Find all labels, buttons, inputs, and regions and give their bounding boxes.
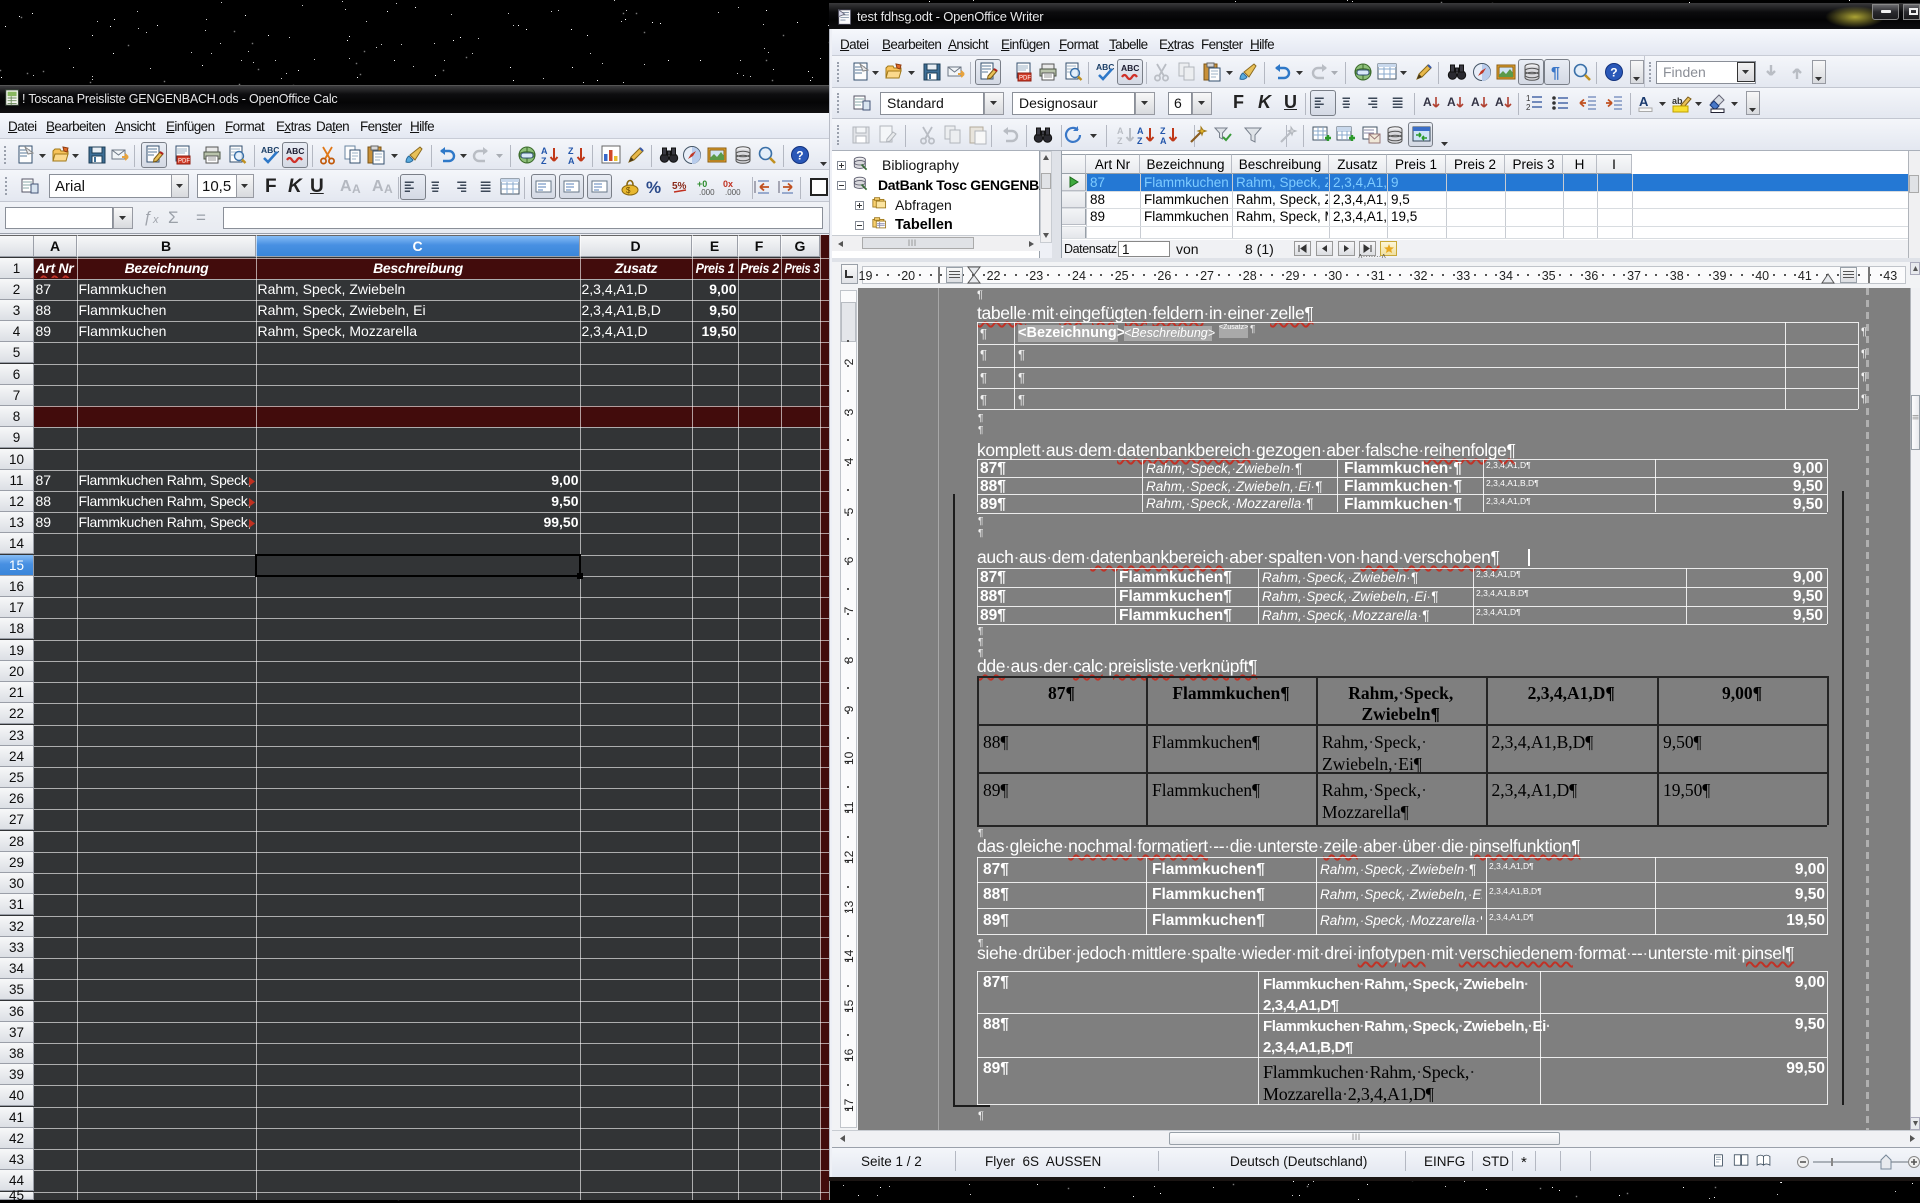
- svg-text:A: A: [1160, 136, 1167, 146]
- svg-text:A: A: [568, 156, 575, 166]
- svg-text:?: ?: [1610, 66, 1617, 80]
- svg-text:A: A: [1137, 126, 1144, 136]
- svg-text:1: 1: [1526, 94, 1531, 103]
- svg-text:A: A: [1117, 126, 1124, 136]
- svg-text:Z: Z: [1117, 136, 1123, 146]
- svg-text:.000: .000: [725, 188, 741, 197]
- svg-text:.000: .000: [699, 188, 715, 197]
- svg-text:A: A: [1423, 95, 1432, 109]
- svg-text:Z: Z: [1137, 136, 1143, 146]
- svg-text:Z: Z: [568, 146, 574, 156]
- svg-text:ABC: ABC: [1121, 63, 1139, 73]
- svg-text:Z: Z: [1160, 126, 1166, 136]
- svg-text:$: $: [626, 186, 631, 195]
- svg-text:A: A: [1495, 95, 1504, 109]
- svg-text:A: A: [1639, 94, 1649, 109]
- svg-text:2: 2: [1526, 103, 1531, 112]
- svg-text:?: ?: [796, 149, 803, 163]
- svg-text:Z: Z: [541, 156, 547, 166]
- svg-text:PDF: PDF: [1019, 76, 1031, 82]
- svg-text:A: A: [541, 146, 548, 156]
- svg-text:¶: ¶: [1551, 65, 1560, 82]
- svg-text:PDF: PDF: [178, 159, 190, 165]
- svg-text:A: A: [1471, 95, 1480, 109]
- svg-text:ABC: ABC: [286, 146, 304, 156]
- svg-text:A: A: [1447, 95, 1456, 109]
